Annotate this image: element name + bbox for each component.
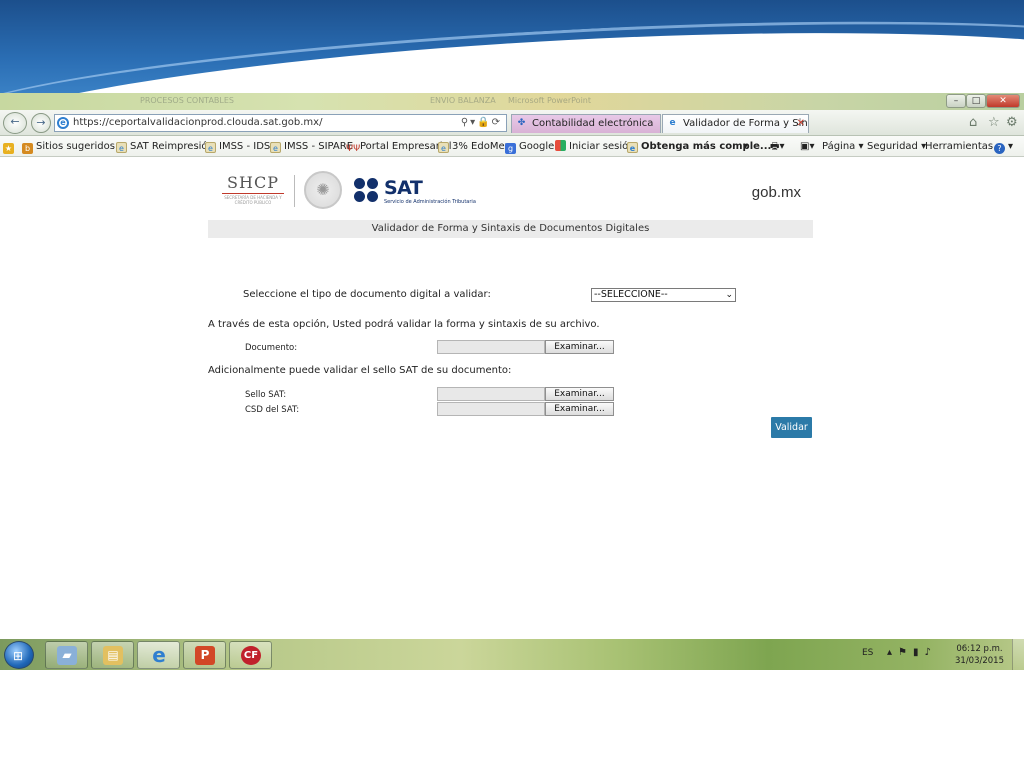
safety-icon[interactable]: ▣▾ <box>800 140 814 153</box>
favorites-star-icon[interactable]: ☆ <box>988 115 1000 130</box>
gobmx-logo: gob.mx <box>751 184 801 201</box>
coat-of-arms-icon: ✺ <box>304 171 342 209</box>
documento-file-input[interactable] <box>437 340 545 354</box>
navigation-bar: ← → e https://ceportalvalidacionprod.clo… <box>0 110 1024 136</box>
fav-imss-idse[interactable]: e IMSS - IDSE <box>205 140 277 153</box>
language-indicator[interactable]: ES <box>862 648 873 658</box>
powerpoint-icon: P <box>195 646 215 665</box>
gear-icon[interactable]: ⚙ <box>1006 115 1018 130</box>
csd-file-input[interactable] <box>437 402 545 416</box>
fav-iniciar-sesion[interactable]: Iniciar sesión <box>555 140 635 153</box>
ie-page-icon: e <box>627 142 638 153</box>
chevron-down-icon: ⌄ <box>725 290 733 300</box>
sat-favicon-icon: ✤ <box>517 118 526 128</box>
page-menu[interactable]: Página ▾ <box>822 140 864 153</box>
favorites-more-chevron-icon[interactable]: ▾ <box>743 140 748 153</box>
fav-obtenga-mas[interactable]: e Obtenga más comple... <box>627 140 771 153</box>
back-button[interactable]: ← <box>3 112 27 134</box>
document-type-select[interactable]: --SELECCIONE-- ⌄ <box>591 288 736 302</box>
start-button[interactable]: ⊞ <box>4 641 34 669</box>
tab-contabilidad[interactable]: ✤ Contabilidad electrónica <box>511 114 661 133</box>
page-title: Validador de Forma y Sintaxis de Documen… <box>208 220 813 238</box>
csd-label: CSD del SAT: <box>245 405 300 415</box>
tab-label: Validador de Forma y Sintax... <box>683 118 808 129</box>
window-title-bar: PROCESOS CONTABLES ENVIO BALANZA Microso… <box>0 93 1024 110</box>
additional-text: Adicionalmente puede validar el sello SA… <box>208 365 512 376</box>
ie-page-icon: e <box>205 142 216 153</box>
select-label: Seleccione el tipo de documento digital … <box>243 289 491 300</box>
help-icon[interactable]: ? ▾ <box>994 140 1013 154</box>
show-desktop-button[interactable] <box>1012 639 1024 670</box>
close-window-button[interactable]: ✕ <box>986 94 1020 108</box>
fav-sat-reimpresion[interactable]: e SAT Reimpresión <box>116 140 214 153</box>
system-tray: ES ▴⚑▮♪ 06:12 p.m. 31/03/2015 <box>849 639 1024 670</box>
slide: PROCESOS CONTABLES ENVIO BALANZA Microso… <box>0 0 1024 768</box>
ie-page-icon: e <box>270 142 281 153</box>
clock-time: 06:12 p.m. <box>956 644 1003 654</box>
tab-label: Contabilidad electrónica <box>532 118 654 129</box>
ie-page-icon: e <box>116 142 127 153</box>
validate-button[interactable]: Validar <box>771 417 812 438</box>
tray-icons[interactable]: ▴⚑▮♪ <box>887 647 937 658</box>
internet-explorer-icon: e <box>152 643 166 667</box>
ie-favicon-icon: e <box>669 118 676 128</box>
explorer-icon: ▰ <box>57 646 77 665</box>
fav-sitios-sugeridos[interactable]: b Sitios sugeridos ▾ <box>22 140 123 154</box>
ie-page-icon: e <box>438 142 449 153</box>
address-url: https://ceportalvalidacionprod.clouda.sa… <box>73 117 323 128</box>
taskbar: ⊞ ▰ ▤ e P CF ES ▴⚑▮♪ 06:12 p.m. 31/03/20… <box>0 639 1024 670</box>
portal-icon: ΨΨ <box>346 144 361 154</box>
windows-logo-icon: ⊞ <box>13 649 24 663</box>
sat-logo: SAT Servicio de Administración Tributari… <box>354 177 504 207</box>
folder-icon: ▤ <box>103 646 123 665</box>
tab-close-icon[interactable]: ✕ <box>797 115 805 132</box>
sello-browse-button[interactable]: Examinar... <box>545 387 614 401</box>
favorites-bar: ★ b Sitios sugeridos ▾ e SAT Reimpresión e… <box>0 136 1024 157</box>
taskbar-ppt-button[interactable]: P <box>183 641 226 669</box>
minimize-button[interactable]: – <box>946 94 966 108</box>
forward-button[interactable]: → <box>31 113 51 133</box>
slide-header-banner <box>0 0 1024 96</box>
fav-edomex[interactable]: e 3% EdoMex <box>438 140 510 153</box>
ghost-title-1: PROCESOS CONTABLES <box>140 96 234 105</box>
logo-divider <box>294 175 295 207</box>
page-content: SHCP SECRETARÍA DE HACIENDA Y CRÉDITO PÚ… <box>0 157 1024 640</box>
tools-menu[interactable]: Herramientas ▾ <box>925 140 1001 153</box>
print-icon[interactable]: 🖶▾ <box>770 140 784 153</box>
maximize-button[interactable]: □ <box>966 94 986 108</box>
sello-file-input[interactable] <box>437 387 545 401</box>
csd-browse-button[interactable]: Examinar... <box>545 402 614 416</box>
address-tools-icons[interactable]: ⚲▾🔒⟳ <box>461 115 502 131</box>
page-header: SHCP SECRETARÍA DE HACIENDA Y CRÉDITO PÚ… <box>208 167 813 219</box>
bing-icon: b <box>22 143 33 154</box>
home-icon[interactable]: ⌂ <box>969 115 977 130</box>
fav-imss-sipare[interactable]: e IMSS - SIPARE <box>270 140 353 153</box>
clock[interactable]: 06:12 p.m. 31/03/2015 <box>955 643 1004 667</box>
fav-portal-empresarial[interactable]: ΨΨPortal Empresarial <box>346 140 452 155</box>
tab-validador[interactable]: e Validador de Forma y Sintax... ✕ <box>662 114 809 133</box>
clock-date: 31/03/2015 <box>955 656 1004 666</box>
taskbar-ie-button[interactable]: e <box>137 641 180 669</box>
taskbar-cf-button[interactable]: CF <box>229 641 272 669</box>
info-text: A través de esta opción, Usted podrá val… <box>208 319 600 330</box>
screenshot: PROCESOS CONTABLES ENVIO BALANZA Microso… <box>0 93 1024 670</box>
cf-icon: CF <box>241 646 261 665</box>
security-menu[interactable]: Seguridad ▾ <box>867 140 926 153</box>
documento-label: Documento: <box>245 343 298 353</box>
ghost-title-2: ENVIO BALANZA <box>430 96 496 105</box>
address-bar[interactable]: e https://ceportalvalidacionprod.clouda.… <box>54 114 507 132</box>
google-icon: g <box>505 143 516 154</box>
sello-label: Sello SAT: <box>245 390 287 400</box>
shcp-logo: SHCP SECRETARÍA DE HACIENDA Y CRÉDITO PÚ… <box>218 173 288 209</box>
header-swoosh <box>0 6 1024 96</box>
windows-live-icon <box>555 140 566 151</box>
fav-google[interactable]: g Google <box>505 140 554 154</box>
taskbar-folder-button[interactable]: ▤ <box>91 641 134 669</box>
ie-favicon-icon: e <box>57 117 69 129</box>
favorites-star-icon[interactable]: ★ <box>3 140 17 154</box>
taskbar-explorer-button[interactable]: ▰ <box>45 641 88 669</box>
documento-browse-button[interactable]: Examinar... <box>545 340 614 354</box>
ghost-title-3: Microsoft PowerPoint <box>508 96 591 105</box>
